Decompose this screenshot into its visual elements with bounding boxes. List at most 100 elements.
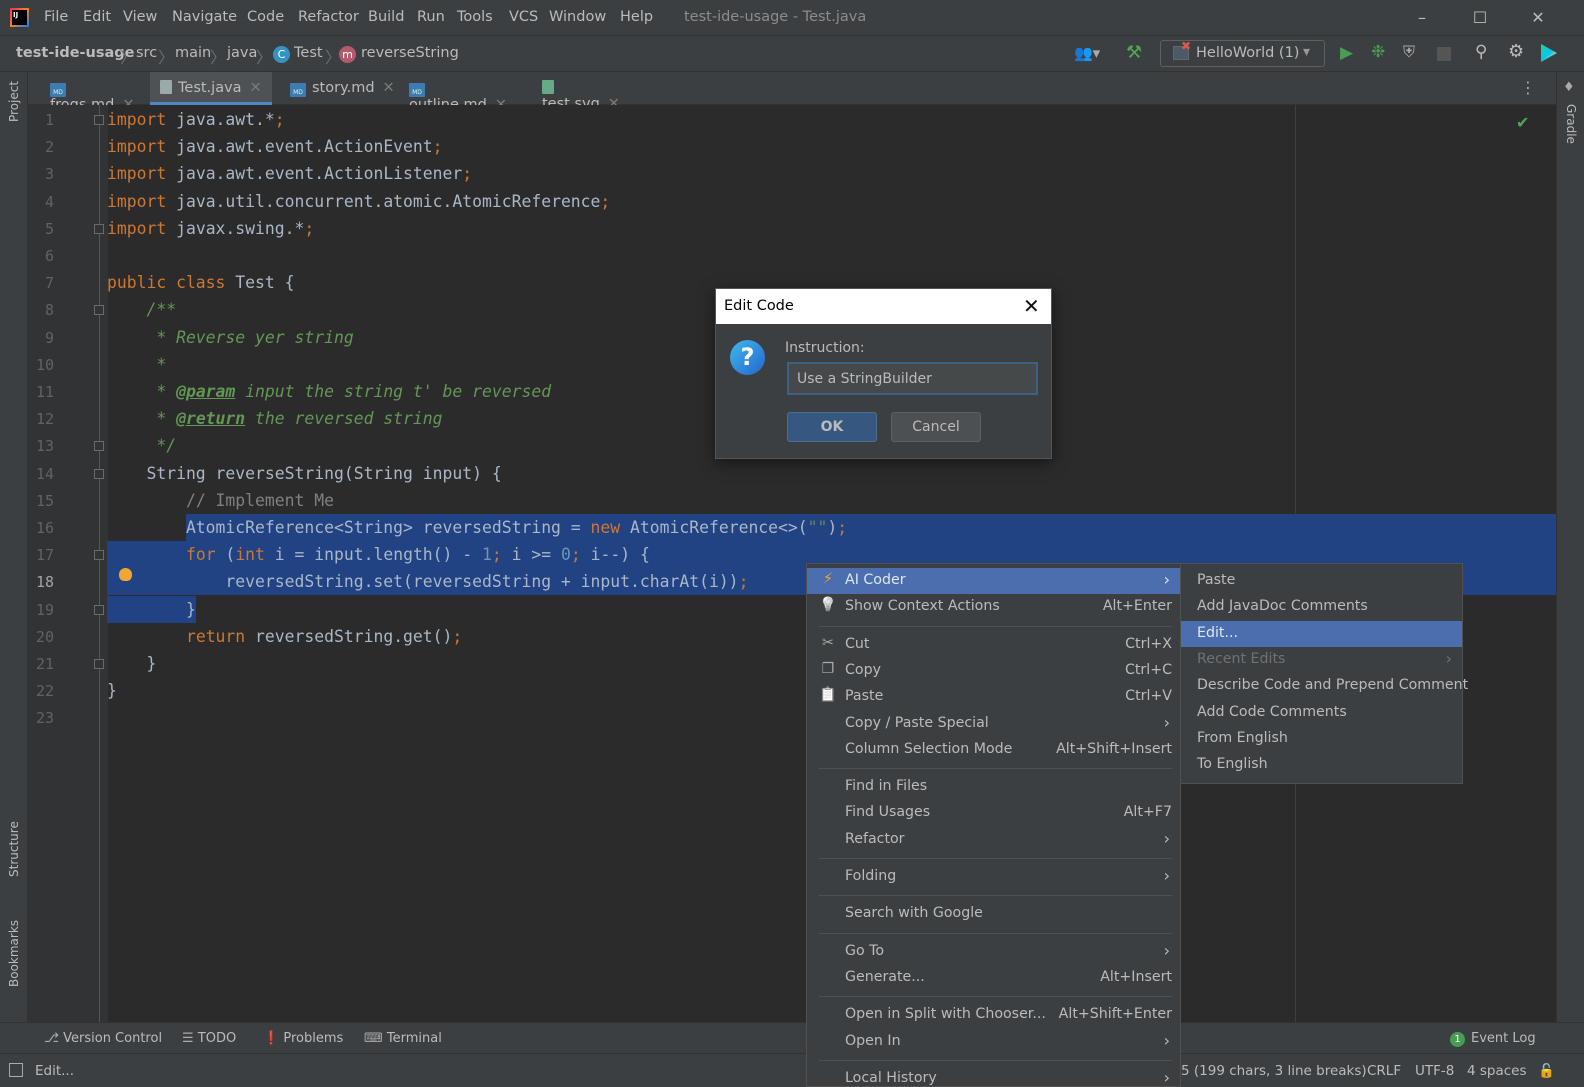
run-icon[interactable]: ▶ (1340, 43, 1353, 63)
menu-item-describe-code-and-prepend-comment[interactable]: Describe Code and Prepend Comment (1181, 673, 1468, 699)
menu-separator (819, 895, 1172, 897)
menu-item-find-in-files[interactable]: Find in Files (807, 774, 1180, 800)
build-hammer-icon[interactable]: ⚒ (1126, 42, 1142, 63)
code-token: String reverseString(String input) { (107, 463, 502, 483)
run-configuration-dropdown[interactable]: ✖ HelloWorld (1) ▾ (1160, 39, 1325, 67)
tab-outline-md[interactable]: MDoutline.md✕ (399, 72, 524, 113)
fold-end-icon[interactable] (94, 604, 104, 615)
project-tool-button[interactable]: Project (7, 81, 21, 122)
close-window-button[interactable]: ✕ (1518, 4, 1558, 32)
cancel-button[interactable]: Cancel (891, 412, 981, 442)
fold-collapse-icon[interactable] (94, 550, 104, 561)
debug-icon[interactable]: ❉ (1371, 42, 1385, 62)
search-icon[interactable]: ⚲ (1475, 42, 1487, 62)
menu-item-folding[interactable]: Folding › (807, 864, 1180, 890)
menu-item-ai-coder[interactable]: ⚡ AI Coder › (807, 568, 1180, 594)
menu-build[interactable]: Build (368, 9, 404, 25)
menu-item-copy[interactable]: ❐ Copy Ctrl+C (807, 658, 1180, 684)
event-log-button[interactable]: 1 Event Log (1450, 1031, 1536, 1047)
menu-window[interactable]: Window (549, 9, 606, 25)
lightbulb-icon[interactable] (119, 568, 132, 581)
menu-item-search-with-google[interactable]: Search with Google (807, 901, 1180, 927)
file-encoding[interactable]: UTF-8 (1415, 1063, 1454, 1079)
tool-window-problems[interactable]: ❗ Problems (263, 1031, 343, 1046)
menu-item-edit[interactable]: Edit... (1181, 620, 1462, 647)
menu-run[interactable]: Run (417, 9, 445, 25)
breadcrumb-project[interactable]: test-ide-usage (16, 45, 135, 61)
warning-icon: ❗ (263, 1031, 284, 1046)
breadcrumb-main[interactable]: main (175, 45, 211, 61)
stop-icon[interactable] (1437, 47, 1451, 61)
menu-item-show-context-actions[interactable]: 💡 Show Context Actions Alt+Enter (807, 594, 1180, 620)
fold-end-icon[interactable] (94, 659, 104, 669)
menu-separator (819, 932, 1172, 934)
tab-Test-java[interactable]: Test.java ✕ (150, 72, 272, 105)
menu-item-copy-paste-special[interactable]: Copy / Paste Special › (807, 711, 1180, 737)
more-vertical-icon[interactable]: ⋮ (1520, 78, 1536, 97)
menu-item-refactor[interactable]: Refactor › (807, 827, 1180, 853)
indent-setting[interactable]: 4 spaces (1467, 1063, 1527, 1079)
minimize-button[interactable]: – (1402, 4, 1442, 32)
menu-view[interactable]: View (123, 9, 157, 25)
menu-vcs[interactable]: VCS (509, 9, 538, 25)
gear-icon[interactable]: ⚙ (1508, 41, 1524, 62)
menu-item-to-english[interactable]: To English (1181, 752, 1462, 778)
menu-item-cut[interactable]: ✂ Cut Ctrl+X (807, 632, 1180, 658)
fold-collapse-icon[interactable] (94, 468, 104, 479)
close-tab-icon[interactable]: ✕ (383, 80, 395, 96)
code-with-me-icon[interactable] (1541, 44, 1557, 62)
close-tab-icon[interactable]: ✕ (250, 80, 262, 96)
code-token: java.awt.event.ActionListener (166, 164, 463, 184)
maximize-button[interactable]: ☐ (1460, 4, 1500, 32)
menu-item-paste[interactable]: 📋 Paste Ctrl+V (807, 684, 1180, 710)
line-number: 8 (44, 301, 54, 320)
menu-item-generate[interactable]: Generate... Alt+Insert (807, 965, 1180, 991)
menu-item-add-javadoc-comments[interactable]: Add JavaDoc Comments (1181, 594, 1462, 620)
code-token: } (107, 681, 117, 701)
breadcrumb-src[interactable]: src (136, 45, 157, 61)
menu-item-open-in[interactable]: Open In › (807, 1029, 1180, 1055)
menu-refactor[interactable]: Refactor (298, 9, 359, 25)
breadcrumb-class[interactable]: Test (294, 45, 323, 61)
menu-tools[interactable]: Tools (457, 9, 493, 25)
ok-button[interactable]: OK (787, 412, 877, 442)
line-separator[interactable]: CRLF (1367, 1063, 1401, 1079)
menu-file[interactable]: File (44, 9, 68, 25)
menu-item-from-english[interactable]: From English (1181, 726, 1462, 752)
fold-end-icon[interactable] (94, 441, 104, 452)
tool-windows-toggle-icon[interactable] (9, 1063, 23, 1077)
menu-item-column-selection-mode[interactable]: Column Selection Mode Alt+Shift+Insert (807, 737, 1180, 763)
menu-edit[interactable]: Edit (83, 9, 111, 25)
lock-icon[interactable]: 🔓 (1538, 1063, 1555, 1079)
tool-window-terminal[interactable]: ⌨ Terminal (364, 1031, 442, 1046)
menu-item-open-in-split-with-chooser[interactable]: Open in Split with Chooser... Alt+Shift+E… (807, 1002, 1180, 1028)
instruction-input[interactable] (787, 362, 1038, 395)
structure-tool-button[interactable]: Structure (7, 821, 21, 877)
menu-code[interactable]: Code (247, 9, 284, 25)
user-icon[interactable]: 👥▾ (1074, 44, 1100, 62)
menu-item-recent-edits[interactable]: Recent Edits › (1181, 647, 1462, 673)
tab-test-svg[interactable]: test.svg ✕ (532, 72, 627, 112)
selection-info[interactable]: 5 (199 chars, 3 line breaks) (1181, 1063, 1367, 1079)
menu-item-find-usages[interactable]: Find Usages Alt+F7 (807, 800, 1180, 826)
gradle-tool-button[interactable]: Gradle (1564, 104, 1578, 144)
breadcrumb-method[interactable]: reverseString (361, 45, 459, 61)
fold-collapse-icon[interactable] (94, 115, 104, 125)
bookmarks-tool-button[interactable]: Bookmarks (7, 920, 21, 987)
question-icon: ? (730, 340, 765, 375)
fold-collapse-icon[interactable] (94, 305, 104, 316)
menu-item-local-history[interactable]: Local History › (807, 1066, 1180, 1086)
coverage-icon[interactable]: ⛨ (1403, 42, 1415, 62)
tool-window-todo[interactable]: ☰ TODO (182, 1031, 236, 1046)
menu-navigate[interactable]: Navigate (172, 9, 237, 25)
close-icon[interactable]: ✕ (1023, 294, 1040, 318)
tool-window-version-control[interactable]: ⎇ Version Control (44, 1031, 162, 1046)
menu-item-go-to[interactable]: Go To › (807, 939, 1180, 965)
menu-item-add-code-comments[interactable]: Add Code Comments (1181, 700, 1462, 726)
tab-story-md[interactable]: MD story.md ✕ (280, 72, 395, 105)
menu-help[interactable]: Help (620, 9, 653, 25)
fold-end-icon[interactable] (94, 223, 104, 234)
breadcrumb-java[interactable]: java (227, 45, 257, 61)
tab-frogs-md[interactable]: MDfrogs.md✕ (40, 72, 150, 113)
menu-item-paste[interactable]: Paste (1181, 568, 1462, 594)
